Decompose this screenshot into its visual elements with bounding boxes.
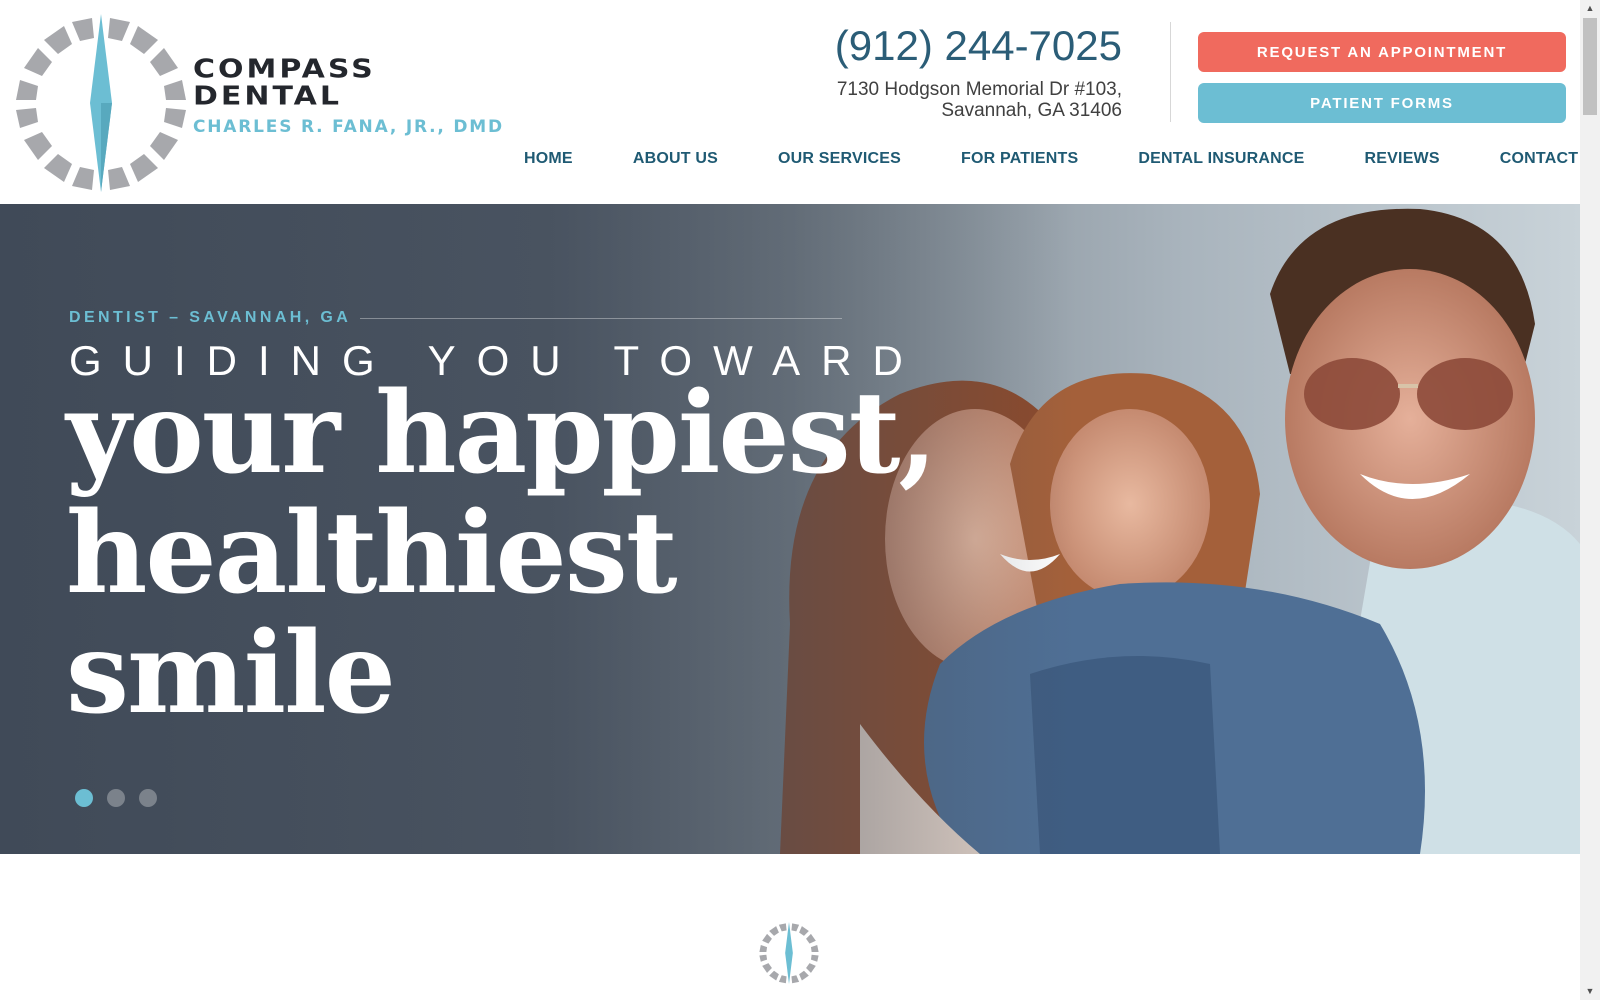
page-scrollbar[interactable]: ▲ ▼ bbox=[1580, 0, 1600, 1000]
slider-dot-3[interactable] bbox=[139, 789, 157, 807]
header-divider bbox=[1170, 22, 1171, 122]
logo-text-dental: DENTAL bbox=[193, 81, 342, 112]
patient-forms-button[interactable]: PATIENT FORMS bbox=[1198, 83, 1566, 123]
hero-eyebrow-line bbox=[360, 318, 842, 319]
nav-about-us[interactable]: ABOUT US bbox=[603, 142, 748, 176]
hero-slider: DENTIST – SAVANNAH, GA GUIDING YOU TOWAR… bbox=[0, 204, 1580, 854]
scroll-up-arrow-icon[interactable]: ▲ bbox=[1580, 0, 1600, 17]
address-line-1: 7130 Hodgson Memorial Dr #103, bbox=[836, 79, 1122, 100]
hero-headline-line-3: smile bbox=[66, 608, 396, 739]
request-appointment-button[interactable]: REQUEST AN APPOINTMENT bbox=[1198, 32, 1566, 72]
slider-dots bbox=[75, 789, 157, 807]
logo-text-compass: COMPASS bbox=[193, 54, 376, 85]
nav-for-patients[interactable]: FOR PATIENTS bbox=[931, 142, 1108, 176]
compass-icon bbox=[16, 14, 186, 192]
nav-home[interactable]: HOME bbox=[494, 142, 603, 176]
nav-our-services[interactable]: OUR SERVICES bbox=[748, 142, 931, 176]
main-nav: HOME ABOUT US OUR SERVICES FOR PATIENTS … bbox=[494, 142, 1600, 176]
site-logo[interactable]: COMPASS DENTAL CHARLES R. FANA, JR., DMD bbox=[10, 10, 510, 195]
hero-headline-line-2: healthiest bbox=[66, 488, 678, 619]
site-header: COMPASS DENTAL CHARLES R. FANA, JR., DMD… bbox=[0, 0, 1580, 204]
compass-divider-icon bbox=[759, 922, 819, 984]
address-line-2: Savannah, GA 31406 bbox=[941, 100, 1122, 121]
slider-dot-2[interactable] bbox=[107, 789, 125, 807]
hero-eyebrow: DENTIST – SAVANNAH, GA bbox=[69, 309, 352, 326]
phone-link[interactable]: (912) 244-7025 bbox=[835, 22, 1122, 70]
office-address: 7130 Hodgson Memorial Dr #103, Savannah,… bbox=[837, 79, 1122, 121]
scroll-down-arrow-icon[interactable]: ▼ bbox=[1580, 983, 1600, 1000]
hero-headline: your happiest, healthiest smile bbox=[66, 368, 937, 739]
logo-doctor-name: CHARLES R. FANA, JR., DMD bbox=[193, 117, 504, 137]
nav-reviews[interactable]: REVIEWS bbox=[1335, 142, 1470, 176]
hero-headline-line-1: your happiest, bbox=[66, 368, 937, 499]
nav-dental-insurance[interactable]: DENTAL INSURANCE bbox=[1108, 142, 1334, 176]
scrollbar-thumb[interactable] bbox=[1583, 18, 1597, 115]
page: COMPASS DENTAL CHARLES R. FANA, JR., DMD… bbox=[0, 0, 1600, 1000]
slider-dot-1[interactable] bbox=[75, 789, 93, 807]
